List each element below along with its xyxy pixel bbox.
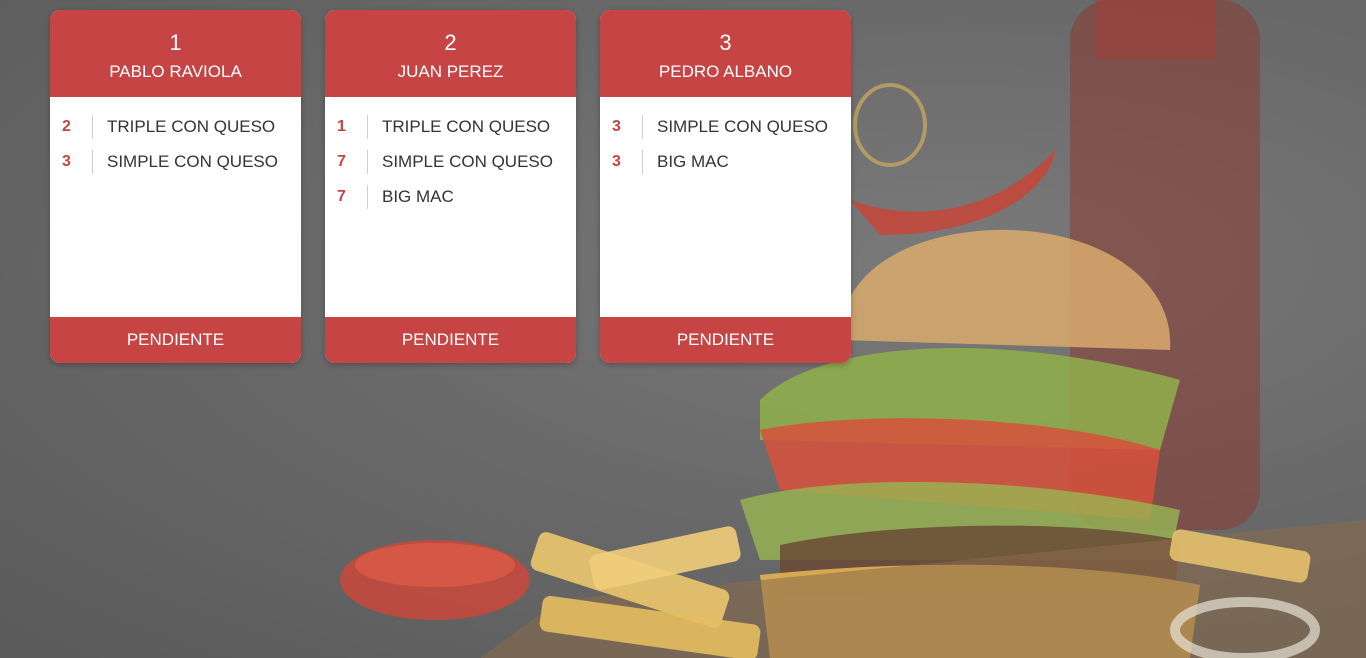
order-item: 7 SIMPLE CON QUESO — [325, 144, 576, 179]
order-number: 3 — [719, 30, 732, 55]
item-name: SIMPLE CON QUESO — [382, 151, 553, 171]
status-button[interactable]: PENDIENTE — [600, 317, 851, 363]
order-header: 2 JUAN PEREZ — [325, 10, 576, 97]
item-name: TRIPLE CON QUESO — [382, 116, 551, 136]
customer-name: PEDRO ALBANO — [658, 62, 793, 81]
order-item: 1 TRIPLE CON QUESO — [325, 109, 576, 144]
order-card: 1 PABLO RAVIOLA 2 TRIPLE CON QUESO 3 SIM… — [50, 10, 301, 363]
status-button[interactable]: PENDIENTE — [325, 317, 576, 363]
order-item: 3 SIMPLE CON QUESO — [600, 109, 851, 144]
item-quantity: 1 — [325, 114, 368, 139]
item-quantity: 7 — [325, 149, 368, 174]
order-number: 2 — [444, 30, 457, 55]
order-board: 1 PABLO RAVIOLA 2 TRIPLE CON QUESO 3 SIM… — [0, 0, 1366, 658]
item-quantity: 3 — [600, 114, 643, 139]
item-quantity: 3 — [50, 149, 93, 174]
item-name: SIMPLE CON QUESO — [657, 116, 828, 136]
order-items: 3 SIMPLE CON QUESO 3 BIG MAC — [600, 97, 851, 317]
order-header: 1 PABLO RAVIOLA — [50, 10, 301, 97]
item-quantity: 2 — [50, 114, 93, 139]
order-card: 3 PEDRO ALBANO 3 SIMPLE CON QUESO 3 BIG … — [600, 10, 851, 363]
order-header: 3 PEDRO ALBANO — [600, 10, 851, 97]
orders-list: 1 PABLO RAVIOLA 2 TRIPLE CON QUESO 3 SIM… — [50, 10, 851, 363]
item-quantity: 7 — [325, 184, 368, 209]
order-items: 2 TRIPLE CON QUESO 3 SIMPLE CON QUESO — [50, 97, 301, 317]
order-number: 1 — [169, 30, 182, 55]
order-item: 2 TRIPLE CON QUESO — [50, 109, 301, 144]
order-items: 1 TRIPLE CON QUESO 7 SIMPLE CON QUESO 7 … — [325, 97, 576, 317]
item-name: BIG MAC — [657, 151, 729, 171]
order-item: 3 SIMPLE CON QUESO — [50, 144, 301, 179]
item-name: BIG MAC — [382, 186, 454, 206]
order-item: 7 BIG MAC — [325, 179, 576, 214]
order-card: 2 JUAN PEREZ 1 TRIPLE CON QUESO 7 SIMPLE… — [325, 10, 576, 363]
item-name: TRIPLE CON QUESO — [107, 116, 276, 136]
customer-name: JUAN PEREZ — [397, 62, 504, 81]
item-quantity: 3 — [600, 149, 643, 174]
status-button[interactable]: PENDIENTE — [50, 317, 301, 363]
customer-name: PABLO RAVIOLA — [109, 62, 242, 81]
item-name: SIMPLE CON QUESO — [107, 151, 278, 171]
order-item: 3 BIG MAC — [600, 144, 851, 179]
